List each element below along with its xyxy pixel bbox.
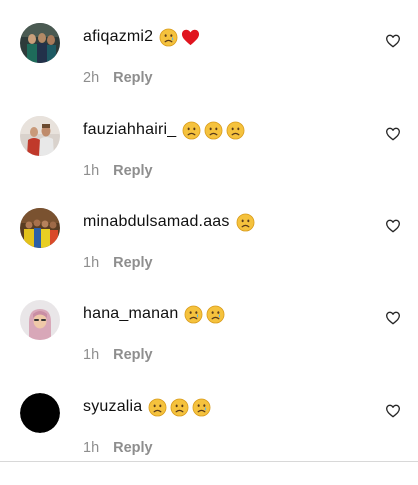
comment-item: afiqazmi2 2h Reply [0,23,418,115]
reply-button[interactable]: Reply [113,347,153,363]
comment-item: minabdulsamad.aas 1h Reply [0,208,418,300]
crying-face-icon [192,398,211,417]
reply-button[interactable]: Reply [113,163,153,179]
heart-outline-icon[interactable] [385,310,401,326]
username[interactable]: fauziahhairi_ [83,120,176,140]
username[interactable]: afiqazmi2 [83,27,153,47]
comment-timestamp: 2h [83,70,100,86]
comment-timestamp: 1h [83,163,100,179]
username[interactable]: minabdulsamad.aas [83,212,230,232]
avatar[interactable] [20,116,60,156]
username[interactable]: hana_manan [83,304,178,324]
avatar[interactable] [20,300,60,340]
avatar[interactable] [20,208,60,248]
avatar[interactable] [20,23,60,63]
reply-button[interactable]: Reply [113,70,153,86]
red-heart-icon [181,28,200,47]
comment-timestamp: 1h [83,255,100,271]
heart-outline-icon[interactable] [385,33,401,49]
divider [0,461,418,462]
crying-face-icon [184,305,203,324]
username[interactable]: syuzalia [83,397,142,417]
sad-face-icon [148,398,167,417]
crying-face-icon [206,305,225,324]
crying-face-icon [159,28,178,47]
heart-outline-icon[interactable] [385,126,401,142]
heart-outline-icon[interactable] [385,403,401,419]
reply-button[interactable]: Reply [113,440,153,456]
sad-face-icon [204,121,223,140]
sad-face-icon [170,398,189,417]
comment-item: fauziahhairi_ 1h Reply [0,116,418,208]
comment-item: hana_manan 1h Reply [0,300,418,392]
comment-timestamp: 1h [83,440,100,456]
sad-face-icon [182,121,201,140]
comment-item: syuzalia 1h Reply [0,393,418,485]
sad-face-icon [226,121,245,140]
sad-face-icon [236,213,255,232]
avatar[interactable] [20,393,60,433]
heart-outline-icon[interactable] [385,218,401,234]
reply-button[interactable]: Reply [113,255,153,271]
comment-timestamp: 1h [83,347,100,363]
